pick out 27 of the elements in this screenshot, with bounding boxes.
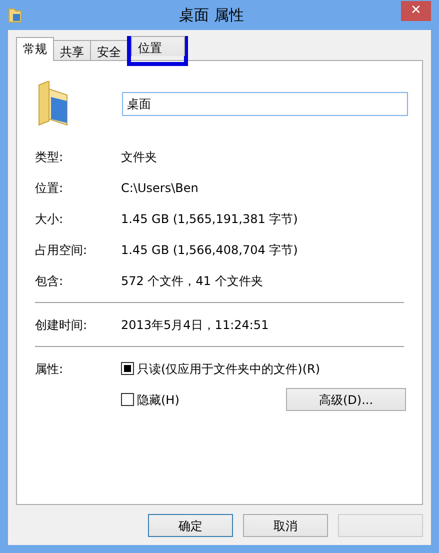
dialog-button[interactable]: 确定 bbox=[148, 514, 233, 537]
attributes-label: 属性: bbox=[35, 360, 64, 378]
field-value: 1.45 GB (1,566,408,704 字节) bbox=[121, 242, 299, 258]
dialog-button[interactable]: 取消 bbox=[243, 514, 328, 537]
window-title: 桌面 属性 bbox=[178, 4, 245, 26]
field-label: 占用空间: bbox=[35, 242, 88, 258]
field-value: 1.45 GB (1,565,191,381 字节) bbox=[121, 210, 299, 228]
field-value: 2013年5月4日，11:24:51 bbox=[121, 316, 270, 334]
advanced-button[interactable]: 高级(D)... bbox=[286, 388, 406, 411]
field-value: 文件夹 bbox=[121, 148, 158, 166]
name-field[interactable]: 桌面 bbox=[122, 92, 408, 116]
close-button[interactable]: ✕ bbox=[401, 1, 431, 21]
field-value: 572 个文件，41 个文件夹 bbox=[121, 272, 264, 290]
field-label: 类型: bbox=[35, 148, 64, 166]
tab[interactable]: 共享 bbox=[53, 40, 91, 60]
field-label: 包含: bbox=[35, 272, 64, 290]
checkbox[interactable]: 只读(仅应用于文件夹中的文件)(R) bbox=[121, 360, 320, 378]
field-label: 创建时间: bbox=[35, 316, 88, 334]
field-label: 大小: bbox=[35, 210, 64, 228]
field-label: 位置: bbox=[35, 180, 64, 196]
checkbox[interactable]: 隐藏(H) bbox=[121, 388, 180, 411]
folder-icon bbox=[8, 7, 22, 23]
blank-button[interactable] bbox=[338, 514, 423, 537]
tab[interactable]: 位置 bbox=[131, 36, 185, 56]
field-value: C:\Users\Ben bbox=[121, 180, 200, 196]
tab[interactable]: 安全 bbox=[90, 40, 128, 60]
tab[interactable]: 常规 bbox=[16, 37, 54, 61]
